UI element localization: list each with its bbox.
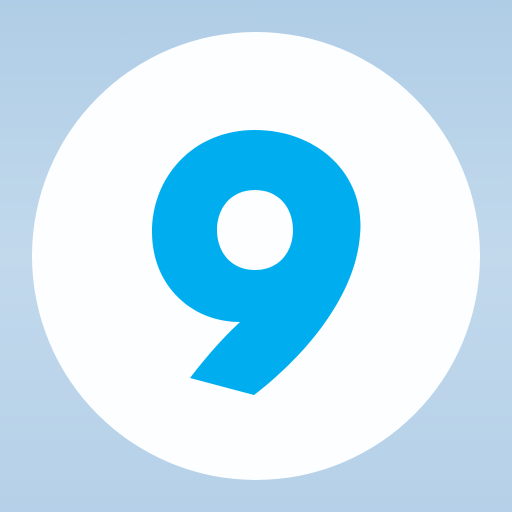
- app-icon[interactable]: [0, 0, 512, 512]
- nine-glyph-shape: [152, 130, 361, 395]
- number-nine-icon: [152, 130, 361, 395]
